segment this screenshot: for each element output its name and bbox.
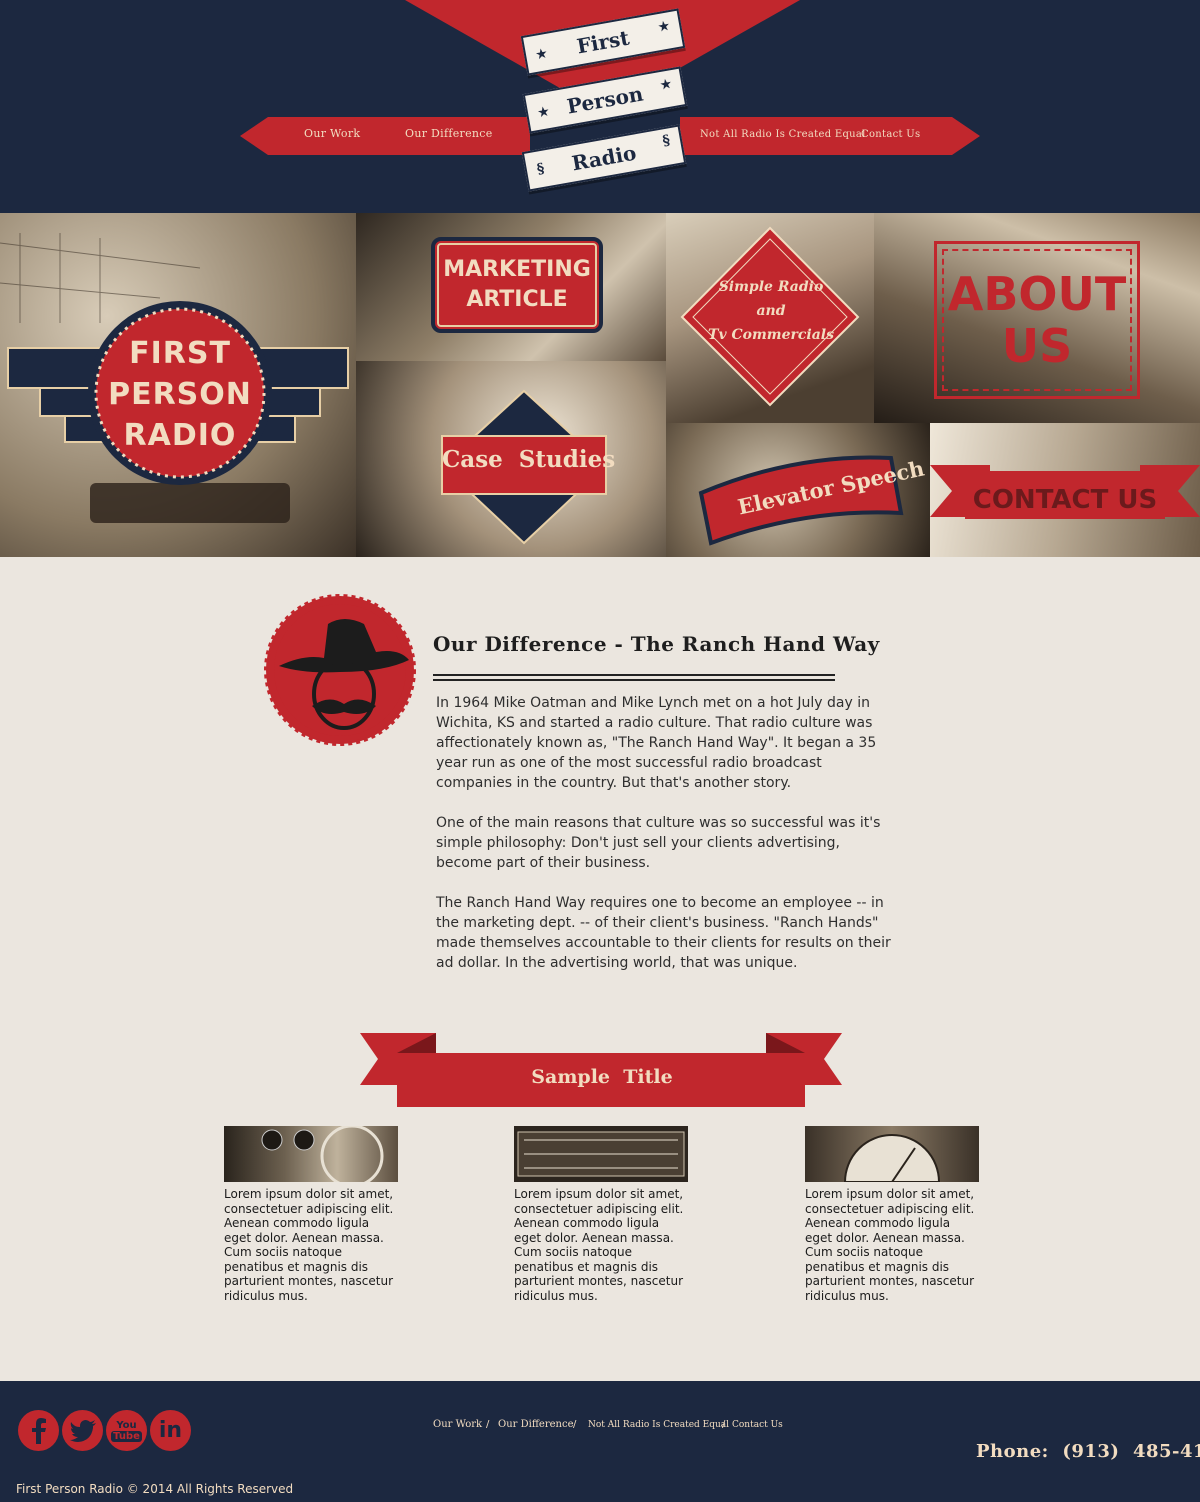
badge-line: US <box>1001 319 1073 373</box>
swirl-icon: § <box>535 160 546 178</box>
site-header: Our Work Our Difference Not All Radio Is… <box>0 0 1200 213</box>
footer-link-our-difference[interactable]: Our Difference <box>498 1419 574 1430</box>
facebook-glyph <box>31 1417 46 1444</box>
case-studies-text: Case Studies <box>442 446 616 473</box>
linkedin-label: in <box>158 1418 183 1443</box>
badge-line: ARTICLE <box>466 287 568 312</box>
badge-line: MARKETING <box>443 257 591 282</box>
facebook-icon[interactable] <box>18 1410 59 1451</box>
sample-title: Sample Title <box>531 1066 673 1088</box>
logo-line-radio: Radio <box>569 140 639 176</box>
nav-contact-us[interactable]: Contact Us <box>861 129 920 140</box>
twitter-glyph <box>69 1419 96 1442</box>
tile-simple-radio[interactable]: Simple Radio and Tv Commercials <box>666 213 874 423</box>
tile-first-person-radio[interactable]: FIRST PERSON RADIO <box>0 213 356 557</box>
nav-our-work[interactable]: Our Work <box>304 127 360 140</box>
footer-separator: / <box>486 1419 490 1430</box>
card-text: Lorem ipsum dolor sit amet, consectetuer… <box>805 1187 975 1303</box>
youtube-label-you: You <box>116 1419 137 1431</box>
tile-case-studies[interactable]: Case Studies <box>356 361 666 557</box>
contact-us-text: CONTACT US <box>972 485 1158 515</box>
marketing-article-badge: MARKETING ARTICLE <box>431 237 603 333</box>
nav-our-difference[interactable]: Our Difference <box>405 127 493 140</box>
footer-link-our-work[interactable]: Our Work <box>433 1419 482 1430</box>
card-image-tuning-dial[interactable] <box>514 1126 688 1182</box>
title-divider <box>433 674 835 681</box>
footer-link-contact-us[interactable]: Contact Us <box>732 1420 783 1430</box>
logo-line-person: Person <box>565 81 645 119</box>
radio-knobs-illustration <box>261 1126 384 1182</box>
star-icon: ★ <box>657 18 671 35</box>
card-text: Lorem ipsum dolor sit amet, consectetuer… <box>514 1187 684 1303</box>
tile-contact-us[interactable]: CONTACT US <box>930 423 1200 557</box>
badge-line: ABOUT <box>947 267 1127 321</box>
nav-not-all-radio[interactable]: Not All Radio Is Created Equal <box>700 129 866 140</box>
twitter-icon[interactable] <box>62 1410 103 1451</box>
youtube-label-tube: Tube <box>111 1430 142 1442</box>
phone-number: Phone: (913) 485-4116 <box>976 1441 1200 1462</box>
tile-about-us[interactable]: ABOUT US <box>874 213 1200 423</box>
about-us-badge: ABOUT US <box>934 241 1140 399</box>
star-icon: ★ <box>659 76 673 93</box>
badge-line: and <box>756 303 786 319</box>
footer-separator: / <box>573 1419 577 1430</box>
difference-title: Our Difference - The Ranch Hand Way <box>433 632 880 656</box>
copyright: First Person Radio © 2014 All Rights Res… <box>16 1482 294 1496</box>
tile-elevator-speech[interactable]: Elevator Speech <box>666 423 930 557</box>
difference-paragraph: The Ranch Hand Way requires one to becom… <box>436 895 891 971</box>
badge-line: FIRST <box>129 336 231 371</box>
star-icon: ★ <box>534 46 549 62</box>
radio-gauge-illustration <box>843 1134 941 1182</box>
linkedin-icon[interactable]: in <box>150 1410 191 1451</box>
first-person-radio-text: FIRST PERSON RADIO <box>90 333 270 456</box>
card-image-radio-knobs[interactable] <box>224 1126 398 1182</box>
card-image-radio-gauge[interactable] <box>805 1126 979 1182</box>
footer-link-not-all-radio[interactable]: Not All Radio Is Created Equal <box>588 1420 729 1430</box>
badge-line: PERSON <box>108 377 252 412</box>
difference-paragraph: One of the main reasons that culture was… <box>436 815 881 871</box>
difference-body: In 1964 Mike Oatman and Mike Lynch met o… <box>436 693 896 993</box>
star-icon: ★ <box>536 104 551 120</box>
difference-paragraph: In 1964 Mike Oatman and Mike Lynch met o… <box>436 695 877 791</box>
ranch-hand-badge <box>264 594 416 746</box>
tile-marketing-article[interactable]: MARKETING ARTICLE <box>356 213 666 361</box>
swirl-icon: § <box>661 132 672 150</box>
badge-line: Simple Radio <box>718 279 824 295</box>
logo-line-first: First <box>574 25 632 59</box>
tuning-dial-illustration <box>517 1131 685 1177</box>
youtube-icon[interactable]: You Tube <box>106 1410 147 1451</box>
badge-line: RADIO <box>123 418 237 453</box>
footer-separator: / <box>722 1419 726 1430</box>
feature-mosaic: FIRST PERSON RADIO MARKETING ARTICLE Cas… <box>0 213 1200 557</box>
card-text: Lorem ipsum dolor sit amet, consectetuer… <box>224 1187 394 1303</box>
badge-line: Tv Commercials <box>708 327 834 343</box>
simple-radio-text: Simple Radio and Tv Commercials <box>696 275 846 347</box>
